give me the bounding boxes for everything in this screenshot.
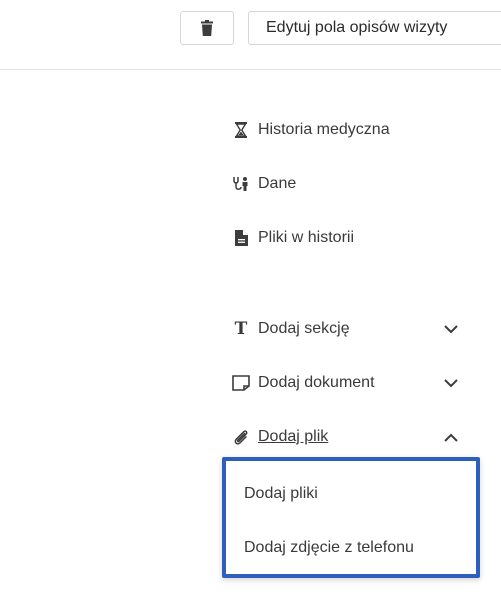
edit-visit-fields-button[interactable]: Edytuj pola opisów wizyty: [248, 11, 501, 45]
menu-item-files-in-history[interactable]: Pliki w historii: [232, 226, 354, 250]
text-icon: T: [234, 319, 248, 339]
chevron-up-icon[interactable]: [442, 428, 460, 446]
menu-item-label: Dane: [258, 175, 297, 192]
menu-item-add-section[interactable]: T Dodaj sekcję: [232, 317, 350, 341]
document-icon: [232, 374, 250, 392]
hourglass-icon: [232, 121, 250, 139]
stethoscope-icon: [232, 175, 250, 193]
chevron-down-icon[interactable]: [442, 374, 460, 392]
dropdown-item-add-photo-from-phone[interactable]: Dodaj zdjęcie z telefonu: [244, 539, 414, 557]
menu-item-label: Dodaj plik: [258, 428, 329, 445]
menu-item-add-document[interactable]: Dodaj dokument: [232, 371, 375, 395]
page: Edytuj pola opisów wizyty Historia medyc…: [0, 0, 501, 596]
menu-item-label: Dodaj dokument: [258, 374, 375, 391]
menu-item-label: Historia medyczna: [258, 121, 390, 138]
menu-item-data[interactable]: Dane: [232, 172, 296, 196]
trash-icon: [201, 20, 213, 36]
delete-button[interactable]: [180, 11, 234, 45]
add-file-dropdown: Dodaj pliki Dodaj zdjęcie z telefonu: [222, 457, 480, 578]
file-icon: [232, 229, 250, 247]
menu-item-add-file[interactable]: Dodaj plik: [232, 425, 328, 449]
dropdown-item-add-files[interactable]: Dodaj pliki: [244, 485, 318, 503]
chevron-down-icon[interactable]: [442, 320, 460, 338]
toolbar: Edytuj pola opisów wizyty: [0, 0, 501, 70]
menu-item-label: Dodaj sekcję: [258, 320, 350, 337]
menu-item-medical-history[interactable]: Historia medyczna: [232, 118, 390, 142]
menu-item-label: Pliki w historii: [258, 229, 355, 246]
paperclip-icon: [232, 428, 250, 446]
